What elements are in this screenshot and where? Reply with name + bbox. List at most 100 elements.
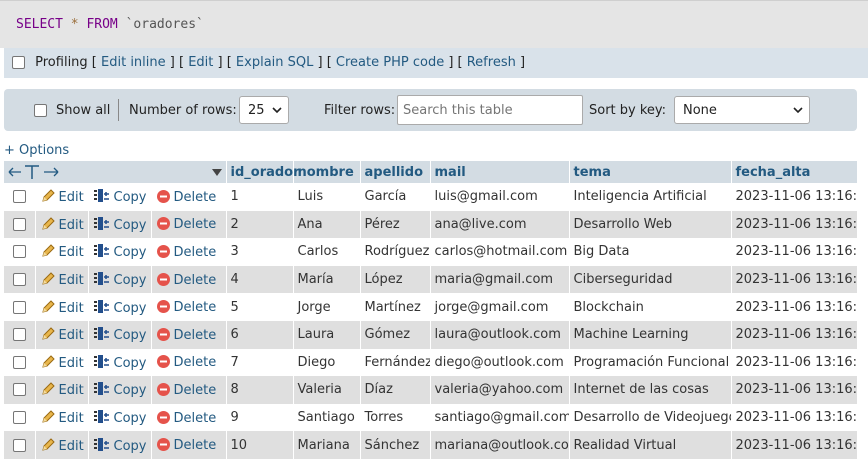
pencil-icon	[41, 299, 55, 313]
copy-button[interactable]: Copy	[93, 244, 146, 260]
options-link[interactable]: + Options	[4, 143, 69, 158]
row-checkbox[interactable]	[13, 328, 26, 342]
delete-button[interactable]: Delete	[156, 410, 216, 426]
copy-button[interactable]: Copy	[93, 410, 146, 426]
copy-label: Copy	[113, 190, 147, 206]
chevron-down-icon	[272, 106, 282, 113]
row-checkbox[interactable]	[13, 190, 26, 204]
row-checkbox[interactable]	[13, 383, 26, 397]
cell-nombre: Carlos	[293, 238, 360, 266]
cell-nombre: Jorge	[293, 293, 360, 321]
row-checkbox[interactable]	[13, 355, 26, 369]
delete-button[interactable]: Delete	[156, 327, 216, 343]
column-header-mail[interactable]: mail	[430, 161, 570, 183]
refresh-link[interactable]: Refresh	[467, 55, 516, 70]
edit-button[interactable]: Edit	[40, 189, 84, 205]
edit-button[interactable]: Edit	[40, 355, 84, 371]
copy-cell: Copy	[88, 265, 151, 294]
copy-button[interactable]: Copy	[93, 299, 146, 316]
column-header-apellido[interactable]: apellido	[360, 161, 431, 183]
delete-cell: Delete	[151, 376, 226, 404]
edit-button[interactable]: Edit	[40, 217, 84, 233]
profiling-checkbox[interactable]	[12, 56, 25, 69]
row-checkbox[interactable]	[13, 300, 26, 314]
edit-button[interactable]: Edit	[40, 272, 84, 289]
copy-button[interactable]: Copy	[93, 327, 147, 344]
explain-sql-link[interactable]: Explain SQL	[236, 55, 313, 70]
delete-button[interactable]: Delete	[156, 272, 217, 288]
edit-button[interactable]: Edit	[40, 437, 84, 454]
delete-button[interactable]: Delete	[156, 382, 216, 398]
edit-cell: Edit	[35, 183, 88, 211]
row-checkbox-cell	[4, 431, 35, 459]
row-checkbox[interactable]	[13, 438, 26, 452]
sort-by-key-label: Sort by key:	[589, 102, 667, 118]
copy-button[interactable]: Copy	[93, 216, 146, 233]
row-checkbox-cell	[4, 265, 35, 294]
row-checkbox[interactable]	[13, 273, 26, 287]
sort-dropdown-icon[interactable]	[211, 169, 222, 176]
edit-cell: Edit	[35, 431, 88, 459]
pencil-icon	[41, 244, 55, 258]
row-checkbox-cell	[4, 376, 35, 404]
number-of-rows-select[interactable]: 25	[239, 96, 289, 124]
results-table: id_orador nombre apellido mail tema fech…	[4, 161, 858, 459]
edit-label: Edit	[58, 273, 84, 289]
delete-button[interactable]: Delete	[156, 438, 217, 454]
sql-table-name: `oradores`	[125, 17, 204, 32]
column-header-tema[interactable]: tema	[569, 161, 732, 183]
copy-button[interactable]: Copy	[93, 272, 146, 288]
cell-id-orador: 9	[226, 403, 293, 432]
delete-button[interactable]: Delete	[156, 355, 216, 370]
edit-label: Edit	[58, 383, 84, 399]
delete-label: Delete	[173, 438, 217, 454]
edit-inline-link[interactable]: Edit inline	[101, 55, 166, 70]
cell-nombre: Diego	[293, 348, 360, 377]
column-header-fecha-alta[interactable]: fecha_alta	[731, 161, 858, 183]
edit-label: Edit	[58, 245, 84, 261]
sort-by-key-select[interactable]: None	[674, 96, 810, 124]
header-controls-cell	[4, 161, 227, 183]
cell-mail: mariana@outlook.com	[430, 431, 569, 459]
delete-button[interactable]: Delete	[156, 300, 216, 315]
edit-link[interactable]: Edit	[188, 55, 213, 70]
cell-nombre: Luis	[293, 183, 360, 211]
row-checkbox[interactable]	[13, 411, 26, 425]
delete-button[interactable]: Delete	[156, 189, 217, 205]
column-header-id-orador[interactable]: id_orador	[226, 161, 300, 183]
copy-cell: Copy	[88, 376, 151, 404]
row-checkbox[interactable]	[13, 217, 26, 231]
cell-apellido: Gómez	[360, 320, 430, 349]
edit-button[interactable]: Edit	[40, 299, 84, 316]
create-php-code-link[interactable]: Create PHP code	[336, 55, 444, 70]
column-header-nombre[interactable]: nombre	[293, 161, 361, 183]
cell-id-orador: 1	[226, 183, 293, 211]
delete-label: Delete	[173, 189, 217, 205]
row-checkbox[interactable]	[13, 245, 26, 259]
edit-button[interactable]: Edit	[40, 327, 84, 343]
delete-button[interactable]: Delete	[156, 244, 216, 260]
copy-label: Copy	[113, 328, 147, 344]
cell-mail: valeria@yahoo.com	[430, 376, 569, 404]
copy-button[interactable]: Copy	[93, 189, 147, 206]
delete-button[interactable]: Delete	[156, 217, 216, 232]
show-all-checkbox[interactable]	[34, 103, 47, 117]
copy-button[interactable]: Copy	[93, 382, 146, 398]
row-checkbox-cell	[4, 320, 35, 349]
edit-button[interactable]: Edit	[40, 382, 84, 399]
delete-icon	[156, 327, 170, 341]
delete-label: Delete	[173, 272, 217, 288]
delete-cell: Delete	[151, 348, 226, 377]
copy-button[interactable]: Copy	[93, 354, 146, 371]
sql-select-keyword: SELECT	[16, 17, 63, 32]
cell-tema: Internet de las cosas	[569, 376, 731, 404]
cell-mail: santiago@gmail.com	[430, 403, 569, 432]
pencil-icon	[41, 410, 55, 423]
edit-button[interactable]: Edit	[40, 244, 84, 261]
show-all-label: Show all	[56, 102, 111, 118]
copy-button[interactable]: Copy	[93, 437, 146, 454]
edit-button[interactable]: Edit	[40, 410, 84, 426]
column-arrows-icon[interactable]	[8, 164, 60, 180]
edit-cell: Edit	[35, 376, 88, 404]
filter-rows-input[interactable]: Search this table	[397, 95, 583, 125]
